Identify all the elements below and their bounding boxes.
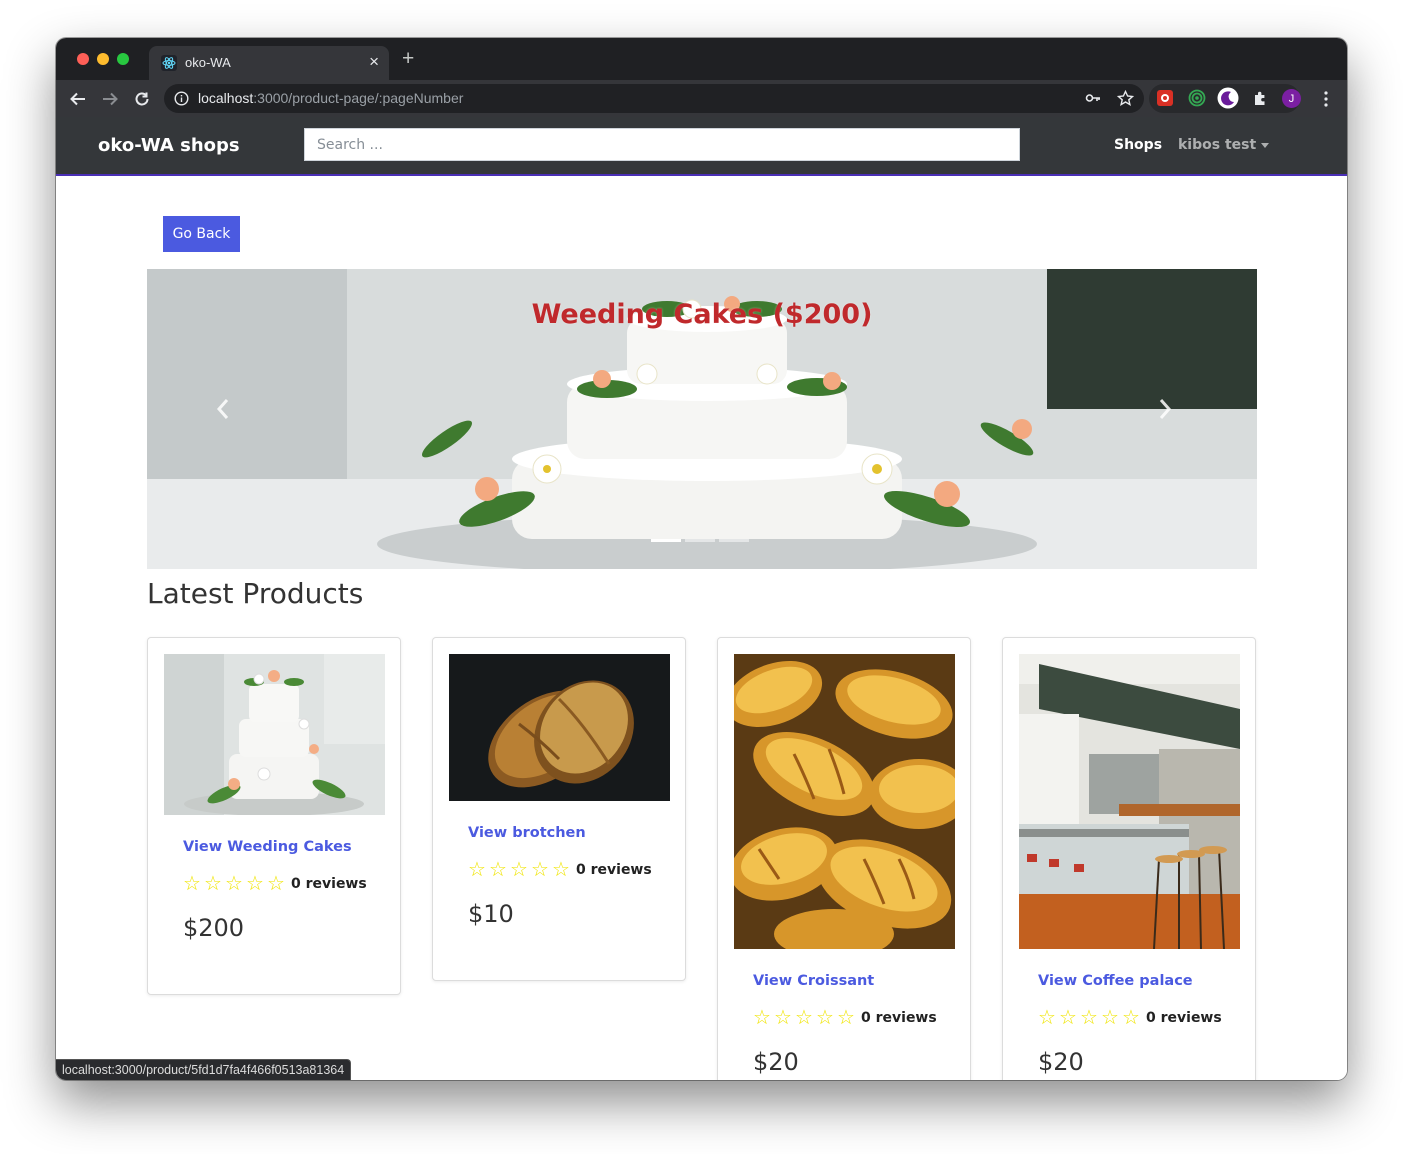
close-window-button[interactable] [77,53,89,65]
profile-avatar[interactable]: J [1282,89,1301,108]
carousel-indicator[interactable] [719,539,749,542]
product-card: View Coffee palace ☆ ☆ ☆ ☆ ☆ 0 reviews $… [1002,637,1256,1080]
product-link[interactable]: View Coffee palace [1038,973,1193,989]
url-host: localhost [198,90,254,106]
product-price: $20 [1038,1048,1084,1076]
carousel-indicators [651,539,753,543]
star-outline-icon: ☆ [1080,1006,1098,1029]
star-outline-icon: ☆ [183,872,201,895]
extension-moon-icon[interactable] [1217,87,1239,109]
rating: ☆ ☆ ☆ ☆ ☆ 0 reviews [753,1007,937,1029]
star-outline-icon: ☆ [816,1006,834,1029]
forward-icon[interactable] [98,87,122,111]
browser-tab[interactable]: oko-WA × [149,46,389,80]
site-navbar: oko-WA shops Shops kibos test [56,117,1347,176]
star-outline-icon: ☆ [837,1006,855,1029]
tab-title: oko-WA [185,55,231,70]
star-outline-icon: ☆ [1101,1006,1119,1029]
extension-red-icon[interactable] [1154,87,1176,109]
web-page: oko-WA shops Shops kibos test Go Back [56,117,1347,1080]
product-link[interactable]: View Weeding Cakes [183,839,352,855]
product-card: View brotchen ☆ ☆ ☆ ☆ ☆ 0 reviews $10 [432,637,686,981]
product-image[interactable] [734,654,955,949]
maximize-window-button[interactable] [117,53,129,65]
star-outline-icon: ☆ [267,872,285,895]
star-outline-icon: ☆ [1059,1006,1077,1029]
star-outline-icon: ☆ [795,1006,813,1029]
product-card: View Croissant ☆ ☆ ☆ ☆ ☆ 0 reviews $20 [717,637,971,1080]
rating: ☆ ☆ ☆ ☆ ☆ 0 reviews [183,873,367,895]
star-outline-icon: ☆ [1038,1006,1056,1029]
product-image[interactable] [1019,654,1240,949]
address-bar[interactable]: localhost:3000/product-page/:pageNumber [164,84,1144,113]
tab-bar: oko-WA × + [56,38,1347,80]
link-status-bar: localhost:3000/product/5fd1d7fa4f466f051… [56,1059,352,1080]
url-path: :3000/product-page/:pageNumber [253,90,464,106]
chevron-left-icon[interactable] [215,397,245,437]
carousel-caption[interactable]: Weeding Cakes ($200) [147,299,1257,330]
extensions-puzzle-icon[interactable] [1249,87,1271,109]
back-icon[interactable] [66,87,90,111]
star-outline-icon: ☆ [774,1006,792,1029]
user-dropdown-label: kibos test [1178,137,1257,153]
section-title: Latest Products [147,577,364,610]
reload-icon[interactable] [130,87,154,111]
chevron-down-icon [1261,142,1270,148]
key-icon[interactable] [1082,87,1104,109]
extension-target-icon[interactable] [1186,87,1208,109]
brand-logo[interactable]: oko-WA shops [98,135,240,156]
star-outline-icon: ☆ [510,858,528,881]
user-dropdown[interactable]: kibos test [1178,137,1270,153]
carousel-indicator[interactable] [685,539,715,542]
star-outline-icon: ☆ [225,872,243,895]
product-link[interactable]: View Croissant [753,973,874,989]
browser-toolbar: localhost:3000/product-page/:pageNumber … [56,80,1347,117]
go-back-button[interactable]: Go Back [163,216,240,252]
tab-close-icon[interactable]: × [369,52,379,72]
browser-window: oko-WA × + localhost:3000/product-page/:… [56,38,1347,1080]
url-text: localhost:3000/product-page/:pageNumber [198,90,463,106]
star-outline-icon: ☆ [753,1006,771,1029]
product-price: $20 [753,1048,799,1076]
product-link[interactable]: View brotchen [468,825,586,841]
product-image[interactable] [449,654,670,801]
product-card: View Weeding Cakes ☆ ☆ ☆ ☆ ☆ 0 reviews $… [147,637,401,995]
rating: ☆ ☆ ☆ ☆ ☆ 0 reviews [1038,1007,1222,1029]
star-outline-icon: ☆ [204,872,222,895]
minimize-window-button[interactable] [97,53,109,65]
star-outline-icon: ☆ [552,858,570,881]
rating: ☆ ☆ ☆ ☆ ☆ 0 reviews [468,859,652,881]
review-count: 0 reviews [576,862,652,878]
product-image[interactable] [164,654,385,815]
review-count: 0 reviews [1146,1010,1222,1026]
review-count: 0 reviews [291,876,367,892]
review-count: 0 reviews [861,1010,937,1026]
new-tab-icon[interactable]: + [402,48,414,70]
product-carousel: Weeding Cakes ($200) [147,269,1257,569]
product-price: $200 [183,914,245,942]
browser-menu-icon[interactable] [1318,88,1334,110]
search-input[interactable] [304,128,1020,161]
nav-link-shops[interactable]: Shops [1114,137,1162,153]
star-outline-icon: ☆ [246,872,264,895]
product-price: $10 [468,900,514,928]
star-outline-icon: ☆ [1122,1006,1140,1029]
star-outline-icon: ☆ [531,858,549,881]
site-info-icon[interactable] [174,91,189,106]
star-outline-icon: ☆ [468,858,486,881]
carousel-indicator[interactable] [651,539,681,542]
chevron-right-icon[interactable] [1157,397,1187,437]
bookmark-star-icon[interactable] [1114,87,1136,109]
react-icon [161,55,177,71]
star-outline-icon: ☆ [489,858,507,881]
